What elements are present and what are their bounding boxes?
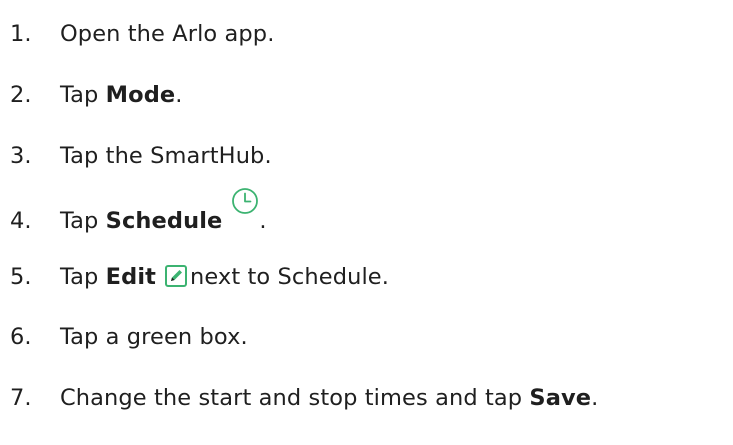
step-text-post: next to Schedule. bbox=[190, 264, 389, 290]
instruction-list: 1. Open the Arlo app. 2. Tap Mode. 3. Tap t… bbox=[0, 0, 733, 445]
step-text: Tap a green box. bbox=[60, 324, 248, 350]
step-text-post: . bbox=[591, 385, 599, 411]
clock-icon bbox=[231, 188, 259, 229]
step-6: 6. Tap a green box. bbox=[10, 322, 248, 352]
step-number: 2. bbox=[10, 82, 32, 108]
step-number: 3. bbox=[10, 143, 32, 169]
step-text: Open the Arlo app. bbox=[60, 21, 275, 47]
step-text-pre: Tap bbox=[60, 82, 106, 108]
step-number: 6. bbox=[10, 324, 32, 350]
step-4: 4. Tap Schedule. bbox=[10, 188, 267, 236]
step-5: 5. Tap Edit next to Schedule. bbox=[10, 262, 389, 292]
step-number: 1. bbox=[10, 21, 32, 47]
step-keyword-edit: Edit bbox=[105, 264, 157, 290]
step-number: 5. bbox=[10, 264, 32, 290]
step-keyword-save: Save bbox=[529, 385, 592, 411]
step-number: 7. bbox=[10, 385, 32, 411]
step-text-post: . bbox=[175, 82, 183, 108]
step-text-post: . bbox=[259, 208, 267, 234]
step-text-pre: Change the start and stop times and tap bbox=[60, 385, 530, 411]
step-text-pre: Tap bbox=[60, 264, 106, 290]
step-1: 1. Open the Arlo app. bbox=[10, 19, 274, 49]
step-text: Tap the SmartHub. bbox=[60, 143, 272, 169]
edit-icon bbox=[165, 265, 188, 287]
step-text-pre: Tap bbox=[60, 208, 106, 234]
step-keyword-schedule: Schedule bbox=[105, 208, 223, 234]
step-2: 2. Tap Mode. bbox=[10, 80, 183, 110]
step-keyword-mode: Mode bbox=[105, 82, 176, 108]
step-number: 4. bbox=[10, 208, 32, 234]
step-7: 7. Change the start and stop times and ta… bbox=[10, 383, 598, 413]
step-3: 3. Tap the SmartHub. bbox=[10, 141, 272, 171]
